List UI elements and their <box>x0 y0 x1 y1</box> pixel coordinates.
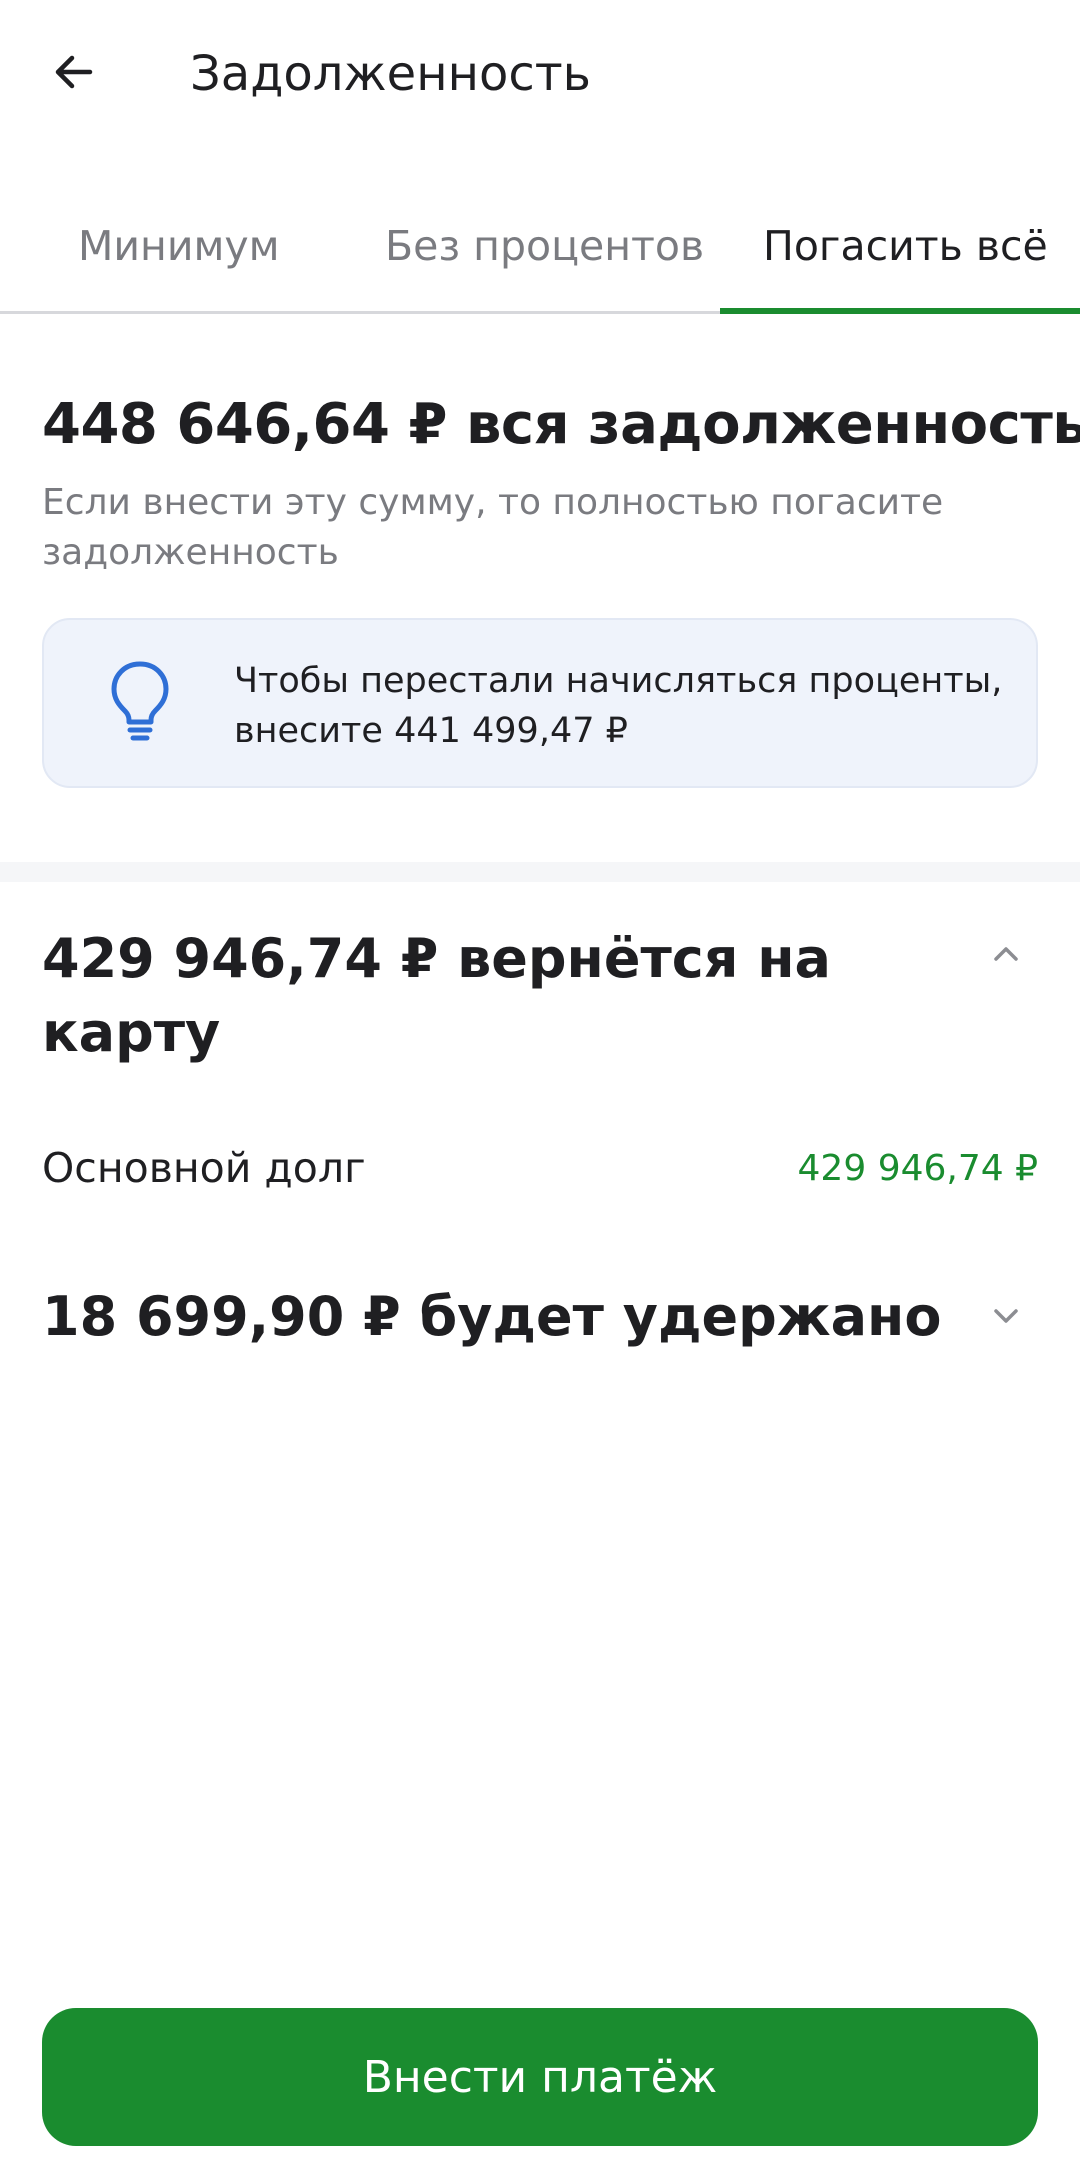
active-tab-indicator <box>720 308 1080 314</box>
interest-hint-card: Чтобы перестали начисляться проценты, вн… <box>42 618 1038 788</box>
back-button[interactable] <box>38 36 110 108</box>
hint-text: Чтобы перестали начисляться проценты, вн… <box>234 661 1003 751</box>
expand-withheld-button[interactable] <box>982 1292 1030 1340</box>
tab-bar: Минимум Без процентов Погасить всё <box>0 200 1080 314</box>
lightbulb-icon <box>111 661 169 741</box>
make-payment-button[interactable]: Внести платёж <box>42 2008 1038 2146</box>
returned-to-card-title[interactable]: 429 946,74 ₽ вернётся на карту <box>42 922 922 1070</box>
total-debt-description: Если внести эту сумму, то полностью пога… <box>42 482 944 573</box>
total-debt-title: 448 646,64 ₽ вся задолженность <box>42 392 1080 457</box>
principal-debt-value: 429 946,74 ₽ <box>797 1148 1038 1189</box>
section-divider <box>0 862 1080 882</box>
chevron-down-icon <box>994 1309 1018 1323</box>
collapse-returned-button[interactable] <box>982 930 1030 978</box>
principal-debt-label: Основной долг <box>42 1144 366 1192</box>
app-header: Задолженность <box>0 0 1080 150</box>
tab-pay-all[interactable]: Погасить всё <box>763 220 1048 272</box>
withheld-title[interactable]: 18 699,90 ₽ будет удержано <box>42 1280 941 1354</box>
chevron-up-icon <box>994 947 1018 961</box>
tab-interest-free[interactable]: Без процентов <box>385 220 704 272</box>
page-title: Задолженность <box>190 46 591 102</box>
arrow-left-icon <box>55 55 93 89</box>
tab-minimum[interactable]: Минимум <box>78 220 280 272</box>
